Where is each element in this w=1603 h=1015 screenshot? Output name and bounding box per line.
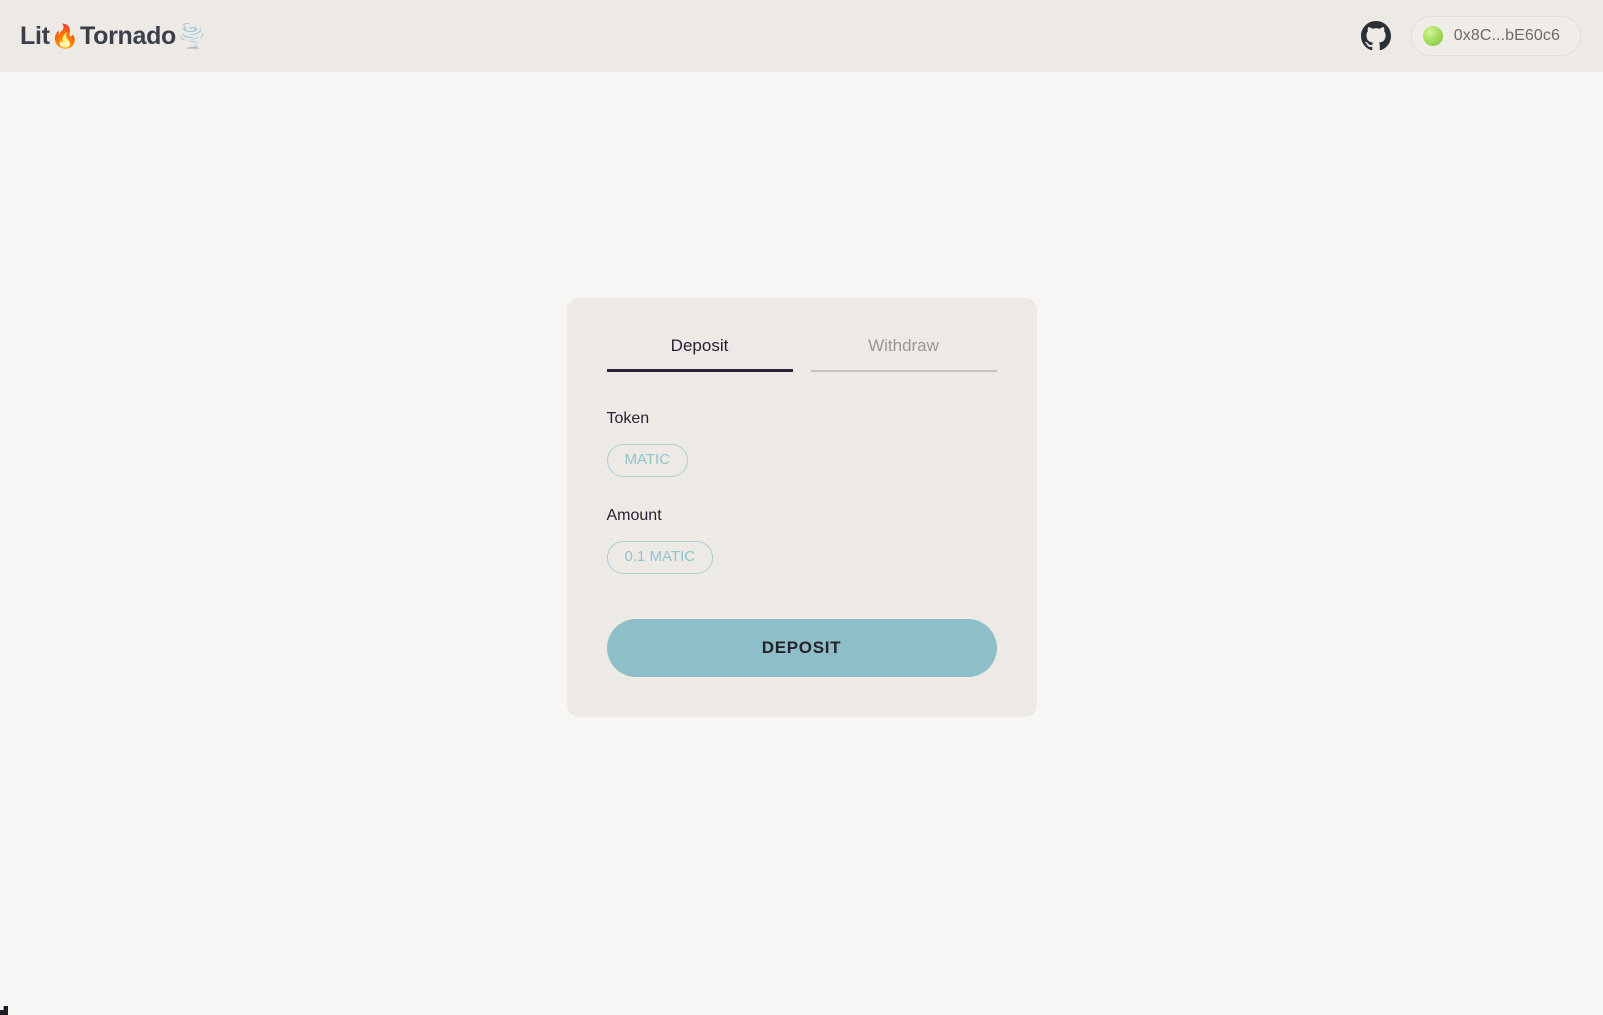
brand-text-mid: Tornado (80, 21, 177, 50)
tornado-icon: 🌪️ (177, 22, 206, 49)
action-spacer (607, 604, 997, 619)
amount-label: Amount (606, 507, 662, 524)
tab-deposit[interactable]: Deposit (606, 336, 793, 373)
main-content: Deposit Withdraw Token MATIC Amount 0.1 … (0, 72, 1603, 1015)
header-actions: 0x8C...bE60c6 (1359, 16, 1581, 56)
tab-bar: Deposit Withdraw (606, 336, 997, 373)
tab-withdraw[interactable]: Withdraw (810, 336, 997, 373)
fire-icon: 🔥 (50, 22, 80, 49)
token-select-chip[interactable]: MATIC (606, 444, 689, 477)
brand-text-lead: Lit (20, 21, 50, 50)
token-label: Token (606, 410, 650, 428)
deposit-button[interactable]: DEPOSIT (606, 618, 997, 677)
token-field-group: Token MATIC (606, 410, 997, 477)
wallet-address-button[interactable]: 0x8C...bE60c6 (1410, 16, 1581, 56)
github-link[interactable] (1359, 19, 1393, 53)
wallet-address-label: 0x8C...bE60c6 (1453, 27, 1560, 44)
transaction-panel: Deposit Withdraw Token MATIC Amount 0.1 … (566, 298, 1037, 717)
amount-select-chip[interactable]: 0.1 MATIC (606, 541, 714, 574)
amount-field-group: Amount 0.1 MATIC (606, 507, 997, 574)
app-header: Lit 🔥 Tornado 🌪️ 0x8C...bE60c6 (0, 0, 1603, 72)
github-icon (1360, 21, 1391, 51)
app-logo[interactable]: Lit 🔥 Tornado 🌪️ (20, 21, 206, 50)
connected-status-dot (1422, 26, 1443, 46)
